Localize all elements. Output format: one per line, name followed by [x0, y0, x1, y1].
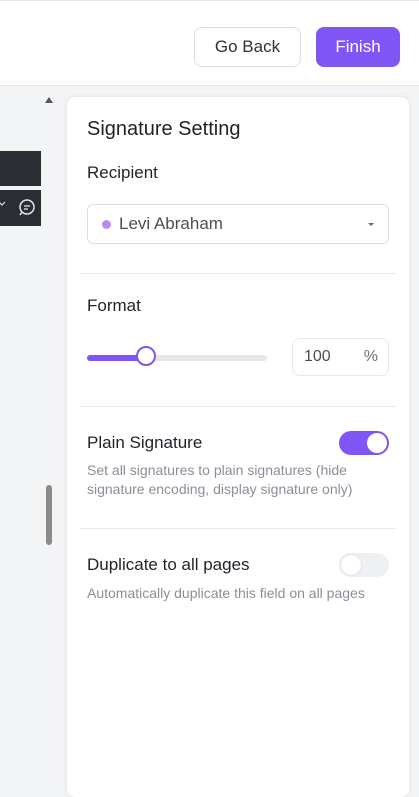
go-back-button[interactable]: Go Back	[194, 27, 301, 67]
divider	[80, 528, 396, 529]
format-value: 100	[304, 348, 331, 365]
toggle-knob	[367, 433, 387, 453]
plain-signature-description: Set all signatures to plain signatures (…	[87, 462, 353, 497]
scroll-up-arrow-icon[interactable]	[45, 97, 53, 103]
panel-title: Signature Setting	[87, 118, 241, 140]
format-unit: %	[363, 348, 378, 365]
duplicate-toggle[interactable]	[339, 553, 389, 577]
toggle-knob	[341, 555, 361, 575]
recipient-color-dot	[102, 219, 111, 229]
caret-down-icon	[368, 223, 374, 226]
recipient-selected-value: Levi Abraham	[119, 214, 223, 233]
comment-icon[interactable]	[17, 197, 39, 219]
finish-button[interactable]: Finish	[316, 27, 400, 67]
divider	[80, 273, 396, 274]
signature-settings-panel: Signature Setting Recipient Levi Abraham…	[67, 97, 409, 797]
format-percent-input[interactable]: 100 %	[292, 338, 389, 376]
duplicate-label: Duplicate to all pages	[87, 555, 250, 574]
format-slider-handle[interactable]	[136, 346, 157, 366]
scrollbar-thumb[interactable]	[46, 485, 52, 545]
recipient-label: Recipient	[87, 163, 158, 182]
field-toolbar	[0, 190, 41, 226]
chevron-down-icon[interactable]	[0, 199, 6, 209]
plain-signature-label: Plain Signature	[87, 433, 203, 452]
recipient-select[interactable]: Levi Abraham	[87, 204, 389, 244]
plain-signature-toggle[interactable]	[339, 431, 389, 455]
document-dark-block	[0, 151, 41, 186]
divider	[80, 406, 396, 407]
duplicate-description: Automatically duplicate this field on al…	[87, 585, 365, 601]
top-bar: Go Back Finish	[0, 0, 419, 86]
format-label: Format	[87, 296, 141, 315]
format-slider[interactable]	[87, 346, 267, 366]
